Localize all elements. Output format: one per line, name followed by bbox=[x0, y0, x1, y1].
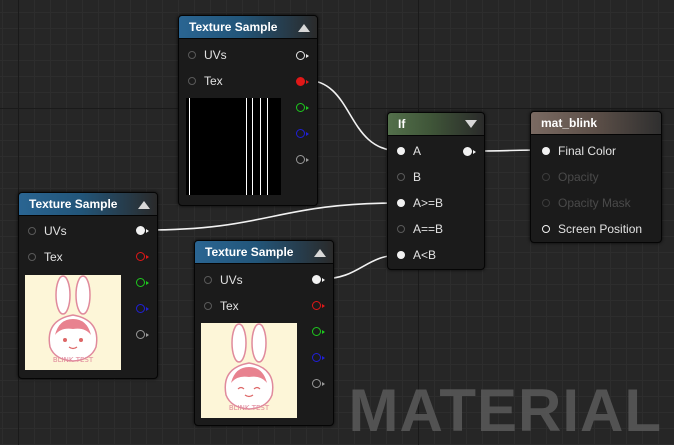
pin-label: UVs bbox=[44, 224, 67, 238]
pin-label: Screen Position bbox=[558, 222, 643, 236]
if-node[interactable]: If A B A>=B A==B A<B bbox=[387, 112, 485, 270]
node-header[interactable]: Texture Sample bbox=[19, 193, 157, 216]
blue-output-pin[interactable] bbox=[296, 129, 309, 138]
collapse-arrow-icon[interactable] bbox=[314, 249, 326, 257]
pin-label: UVs bbox=[220, 273, 243, 287]
node-header[interactable]: If bbox=[388, 113, 484, 136]
pin-circle-icon[interactable] bbox=[397, 173, 405, 181]
pin-circle-icon[interactable] bbox=[397, 147, 405, 155]
pin-label: A<B bbox=[413, 248, 437, 262]
green-output-pin[interactable] bbox=[136, 278, 149, 287]
pin-circle-icon[interactable] bbox=[188, 77, 196, 85]
alpha-output-pin[interactable] bbox=[296, 155, 309, 164]
pin-circle-icon[interactable] bbox=[28, 227, 36, 235]
red-output-pin[interactable] bbox=[296, 77, 309, 86]
collapse-arrow-icon[interactable] bbox=[138, 201, 150, 209]
pin-label: A==B bbox=[413, 222, 444, 236]
wire-tex-to-if-a bbox=[304, 79, 401, 152]
pin-circle-icon[interactable] bbox=[397, 251, 405, 259]
pin-circle-icon[interactable] bbox=[397, 199, 405, 207]
wire-tex-left-to-if-ageb bbox=[144, 202, 401, 231]
node-header[interactable]: mat_blink bbox=[531, 112, 661, 135]
pin-label: UVs bbox=[204, 48, 227, 62]
texture-sample-node-left[interactable]: Texture Sample UVs Tex BLINK TEST bbox=[18, 192, 158, 379]
pin-label: Tex bbox=[204, 74, 223, 88]
pin-circle-icon[interactable] bbox=[542, 225, 550, 233]
if-output-pin[interactable] bbox=[463, 147, 476, 156]
node-header[interactable]: Texture Sample bbox=[195, 241, 333, 264]
pin-label: Tex bbox=[220, 299, 239, 313]
pin-circle-icon[interactable] bbox=[188, 51, 196, 59]
alpha-output-pin[interactable] bbox=[136, 330, 149, 339]
collapse-arrow-icon[interactable] bbox=[465, 120, 477, 128]
node-title: Texture Sample bbox=[29, 197, 118, 211]
blue-output-pin[interactable] bbox=[312, 353, 325, 362]
rgba-output-pin[interactable] bbox=[136, 226, 149, 235]
red-output-pin[interactable] bbox=[312, 301, 325, 310]
pin-label: A>=B bbox=[413, 196, 444, 210]
pin-label: Opacity Mask bbox=[558, 196, 631, 210]
pin-circle-icon[interactable] bbox=[204, 302, 212, 310]
texture-sample-node-middle[interactable]: Texture Sample UVs Tex BLINK TEST bbox=[194, 240, 334, 426]
texture-sample-node-top[interactable]: Texture Sample UVs Tex bbox=[178, 15, 318, 206]
pin-circle-icon[interactable] bbox=[542, 147, 550, 155]
pin-circle-icon[interactable] bbox=[542, 173, 550, 181]
rgba-output-pin[interactable] bbox=[296, 51, 309, 60]
node-title: If bbox=[398, 117, 406, 131]
collapse-arrow-icon[interactable] bbox=[298, 24, 310, 32]
pin-circle-icon[interactable] bbox=[28, 253, 36, 261]
alpha-output-pin[interactable] bbox=[312, 379, 325, 388]
material-watermark: MATERIAL bbox=[348, 377, 662, 444]
texture-preview-stripes bbox=[186, 98, 281, 195]
node-title: Texture Sample bbox=[205, 245, 294, 259]
preview-caption: BLINK TEST bbox=[53, 356, 94, 364]
node-header[interactable]: Texture Sample bbox=[179, 16, 317, 39]
pin-circle-icon[interactable] bbox=[542, 199, 550, 207]
node-title: mat_blink bbox=[541, 116, 598, 130]
pin-label: Final Color bbox=[558, 144, 617, 158]
pin-label: A bbox=[413, 144, 422, 158]
pin-circle-icon[interactable] bbox=[204, 276, 212, 284]
pin-label: B bbox=[413, 170, 422, 184]
rgba-output-pin[interactable] bbox=[312, 275, 325, 284]
pin-circle-icon[interactable] bbox=[397, 225, 405, 233]
green-output-pin[interactable] bbox=[312, 327, 325, 336]
green-output-pin[interactable] bbox=[296, 103, 309, 112]
material-result-node[interactable]: mat_blink Final Color Opacity Opacity Ma… bbox=[530, 111, 662, 243]
preview-caption: BLINK TEST bbox=[229, 404, 270, 412]
texture-preview-bunny: BLINK TEST bbox=[201, 323, 297, 418]
pin-label: Tex bbox=[44, 250, 63, 264]
red-output-pin[interactable] bbox=[136, 252, 149, 261]
blue-output-pin[interactable] bbox=[136, 304, 149, 313]
node-title: Texture Sample bbox=[189, 20, 278, 34]
texture-preview-bunny: BLINK TEST bbox=[25, 275, 121, 370]
pin-label: Opacity bbox=[558, 170, 599, 184]
